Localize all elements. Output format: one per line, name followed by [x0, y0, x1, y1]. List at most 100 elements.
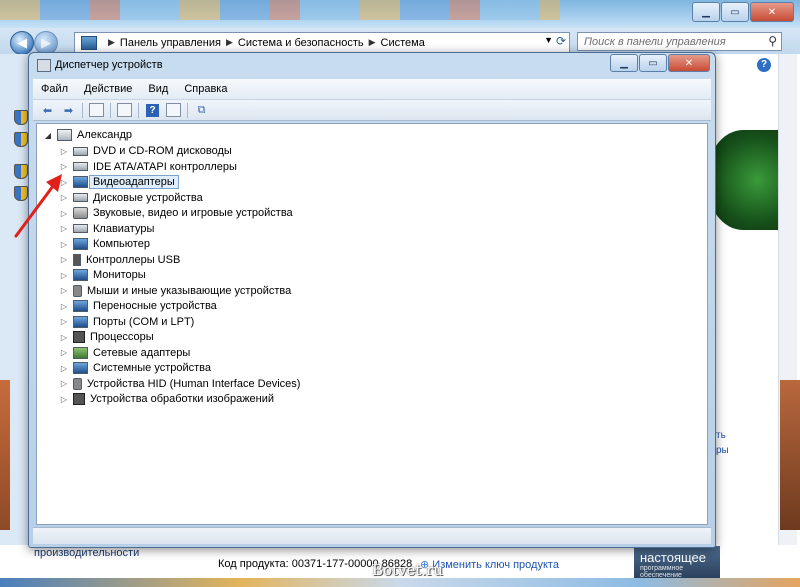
tree-category[interactable]: ▷ Устройства HID (Human Interface Devices… — [59, 376, 300, 392]
close-button[interactable]: ✕ — [750, 2, 794, 22]
tree-category-label: Мониторы — [93, 269, 146, 281]
tree-category-label: Порты (COM и LPT) — [93, 315, 195, 328]
tree-category[interactable]: ▷ IDE ATA/ATAPI контроллеры — [59, 159, 237, 175]
menu-view[interactable]: Вид — [140, 83, 176, 95]
tree-category-label: Компьютер — [93, 238, 150, 250]
tree-category[interactable]: ▷ Контроллеры USB — [59, 252, 180, 268]
genuine-badge-title: настоящее — [640, 550, 706, 565]
tree-category-label: Видеоадаптеры — [89, 175, 179, 189]
product-id: Код продукта: 00371-177-00000 — [218, 558, 379, 570]
breadcrumb-system[interactable]: Система — [381, 37, 425, 49]
maximize-button[interactable]: ▭ — [721, 2, 749, 22]
change-key-label[interactable]: Изменить ключ продукта — [432, 559, 559, 571]
tree-category-label: Дисковые устройства — [93, 191, 203, 204]
search-icon[interactable]: ⚲ — [768, 34, 777, 48]
window-controls: ▁ ▭ ✕ — [609, 54, 710, 72]
control-panel-window-controls: ▁ ▭ ✕ — [691, 2, 794, 22]
tree-category-label: Устройства HID (Human Interface Devices) — [87, 377, 301, 390]
breadcrumb-control-panel[interactable]: Панель управления — [120, 37, 221, 49]
tree-category[interactable]: ▷ Устройства обработки изображений — [59, 391, 274, 407]
tree-category[interactable]: ▷ Переносные устройства — [59, 298, 217, 314]
side-links[interactable]: ть ры — [716, 428, 729, 458]
tree-category-label: Системные устройства — [93, 362, 212, 374]
expand-icon[interactable]: ▷ — [59, 286, 69, 295]
device-manager-titlebar[interactable]: Диспетчер устройств ▁ ▭ ✕ — [29, 53, 715, 77]
maximize-button[interactable]: ▭ — [639, 54, 667, 72]
refresh-icon[interactable]: ⟳ — [556, 34, 566, 48]
performance-link[interactable]: производительности — [34, 547, 139, 559]
side-link-2[interactable]: ры — [716, 443, 729, 458]
tree-category[interactable]: ▷ Процессоры — [59, 329, 154, 345]
expand-icon[interactable]: ▷ — [59, 317, 69, 326]
toolbar-separator — [138, 102, 139, 118]
mouse-icon — [73, 284, 82, 297]
expand-icon[interactable]: ▷ — [59, 333, 69, 342]
tree-category[interactable]: ▷ Звуковые, видео и игровые устройства — [59, 205, 293, 221]
forward-arrow-icon[interactable]: ➡ — [60, 102, 77, 118]
chevron-right-icon[interactable]: ▶ — [108, 37, 115, 48]
expand-icon[interactable]: ▷ — [59, 364, 69, 373]
details-icon[interactable] — [165, 102, 182, 118]
back-arrow-icon[interactable]: ⬅ — [39, 102, 56, 118]
windows-logo — [706, 130, 780, 230]
side-link-1[interactable]: ть — [716, 428, 729, 443]
expand-icon[interactable]: ▷ — [59, 302, 69, 311]
tree-category-label: Мыши и иные указывающие устройства — [87, 284, 292, 297]
breadcrumb[interactable]: ▶ Панель управления ▶ Система и безопасн… — [74, 32, 570, 53]
device-manager-window: Диспетчер устройств ▁ ▭ ✕ Файл Действие … — [28, 52, 716, 548]
tree-category-label: Процессоры — [90, 331, 154, 343]
scan-hardware-icon[interactable]: ⧉ — [193, 102, 210, 118]
collapse-icon[interactable]: ◢ — [43, 131, 53, 140]
tree-category[interactable]: ▷ Мониторы — [59, 267, 146, 283]
monitor-icon — [73, 269, 88, 281]
processor-icon — [73, 331, 85, 343]
tree-category-label: Устройства обработки изображений — [90, 393, 275, 405]
watermark: Botvet.ru — [372, 561, 444, 579]
tree-root-label: Александр — [77, 129, 133, 141]
tree-category[interactable]: ▷ DVD и CD-ROM дисководы — [59, 143, 232, 159]
expand-icon[interactable]: ▷ — [59, 379, 69, 388]
tree-category-label: Переносные устройства — [93, 300, 217, 312]
chevron-right-icon[interactable]: ▶ — [226, 37, 233, 48]
tree-category[interactable]: ▷ Порты (COM и LPT) — [59, 314, 194, 330]
control-panel-titlebar: ▁ ▭ ✕ — [0, 0, 800, 28]
back-button[interactable]: ◀ — [10, 31, 34, 55]
tree-category[interactable]: ▷ Дисковые устройства — [59, 190, 203, 206]
system-device-icon — [73, 362, 88, 374]
expand-icon[interactable]: ▷ — [59, 255, 69, 264]
expand-icon[interactable]: ▷ — [59, 395, 69, 404]
hid-icon — [73, 377, 82, 390]
usb-icon — [73, 253, 81, 266]
breadcrumb-system-security[interactable]: Система и безопасность — [238, 37, 364, 49]
status-bar — [33, 527, 711, 544]
device-manager-icon — [37, 59, 51, 72]
tree-category[interactable]: ▷ Мыши и иные указывающие устройства — [59, 283, 291, 299]
tree-category[interactable]: ▷ Системные устройства — [59, 360, 211, 376]
minimize-button[interactable]: ▁ — [692, 2, 720, 22]
toolbar: ⬅ ➡ ? ⧉ — [33, 99, 711, 121]
help-icon[interactable]: ? — [144, 102, 161, 118]
expand-icon[interactable]: ▷ — [59, 147, 69, 156]
expand-icon[interactable]: ▷ — [59, 271, 69, 280]
tree-category[interactable]: ▷ Сетевые адаптеры — [59, 345, 190, 361]
search-input[interactable]: Поиск в панели управления ⚲ — [577, 32, 782, 51]
tree-category-label: Контроллеры USB — [86, 253, 181, 266]
help-icon[interactable]: ? — [757, 58, 771, 72]
console-tree-icon[interactable] — [116, 102, 133, 118]
chevron-down-icon[interactable]: ▼ — [544, 35, 553, 45]
expand-icon[interactable]: ▷ — [59, 348, 69, 357]
imaging-device-icon — [73, 393, 85, 405]
close-button[interactable]: ✕ — [668, 54, 710, 72]
network-adapter-icon — [73, 346, 88, 359]
tree-root[interactable]: ◢ Александр — [43, 127, 132, 143]
menu-file[interactable]: Файл — [33, 83, 76, 95]
properties-icon[interactable] — [88, 102, 105, 118]
chevron-right-icon[interactable]: ▶ — [369, 37, 376, 48]
device-tree[interactable]: ◢ Александр ▷ DVD и CD-ROM дисководы ▷ IDE … — [36, 123, 708, 525]
shield-icon — [14, 132, 28, 147]
tree-category-label: Клавиатуры — [93, 222, 155, 235]
menu-action[interactable]: Действие — [76, 83, 140, 95]
menu-help[interactable]: Справка — [176, 83, 235, 95]
desktop-background — [0, 380, 10, 530]
minimize-button[interactable]: ▁ — [610, 54, 638, 72]
